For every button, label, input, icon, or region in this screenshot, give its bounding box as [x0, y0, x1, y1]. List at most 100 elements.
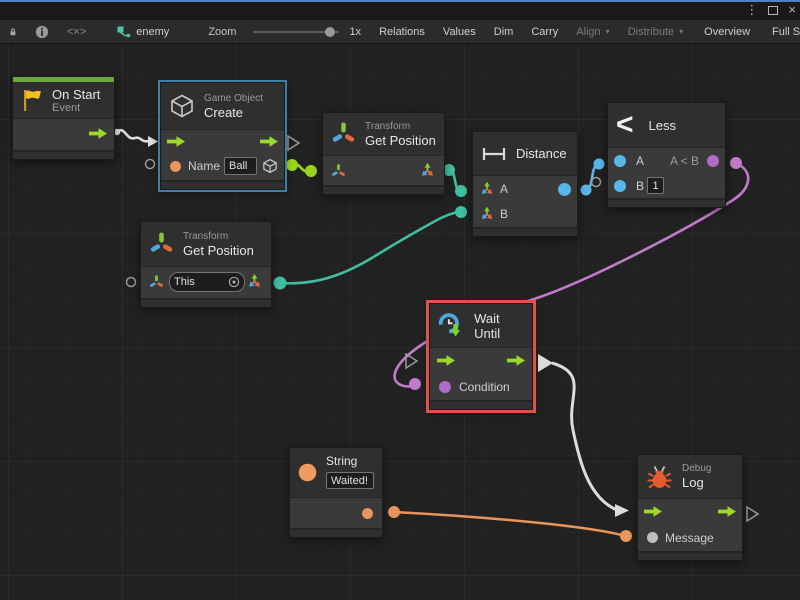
less-output-port[interactable] [707, 155, 719, 167]
node-title: Create [204, 105, 263, 120]
node-category: Transform [183, 231, 254, 243]
node-title: Get Position [365, 133, 436, 148]
node-get-position-b[interactable]: Transform Get Position This [140, 221, 272, 308]
lock-button[interactable] [0, 20, 26, 43]
node-on-start-event[interactable]: On Start Event [12, 76, 115, 160]
distribute-dropdown[interactable]: Distribute▾ [619, 20, 692, 43]
maximize-icon[interactable] [768, 6, 778, 15]
condition-input-port[interactable] [439, 381, 451, 393]
transform-icon [331, 122, 356, 147]
less-icon: < [616, 110, 634, 140]
carry-button[interactable]: Carry [522, 20, 567, 43]
vector-port-icon[interactable] [479, 206, 495, 222]
dim-button[interactable]: Dim [485, 20, 523, 43]
node-string-literal[interactable]: String Waited! [289, 447, 383, 538]
zoom-label: Zoom [178, 20, 245, 43]
target-value-input[interactable]: This [169, 272, 245, 292]
node-footer [141, 298, 271, 307]
flow-out-port[interactable] [260, 136, 278, 147]
position-port-icon[interactable] [246, 273, 263, 290]
overview-button[interactable]: Overview [692, 20, 762, 43]
node-footer [323, 185, 444, 194]
chevron-down-icon: ▾ [606, 27, 610, 36]
flag-icon [21, 88, 43, 112]
node-category: Game Object [204, 93, 263, 105]
flow-out-port[interactable] [89, 128, 107, 139]
node-footer [430, 400, 532, 409]
zoom-slider[interactable] [245, 20, 347, 43]
cube-icon [169, 93, 195, 119]
string-output-port[interactable] [362, 508, 373, 519]
name-value-input[interactable]: Ball [224, 157, 257, 175]
string-icon [298, 459, 317, 486]
input-a-label: A [500, 182, 508, 196]
graph-name: enemy [136, 26, 169, 38]
unity-script-graph-window: Script Graph ⋮ × <×> enemy Zoom 1x Relat… [0, 0, 800, 600]
transform-port-icon[interactable] [331, 164, 346, 179]
bug-icon [646, 463, 673, 490]
node-subtitle: Event [52, 102, 100, 114]
focus-accent-line [0, 0, 800, 2]
node-title: On Start [52, 87, 100, 102]
flow-in-port[interactable] [437, 355, 455, 366]
transform-icon [149, 232, 174, 257]
align-dropdown[interactable]: Align▾ [567, 20, 618, 43]
zoom-slider-track[interactable] [253, 31, 339, 33]
node-less[interactable]: < Less A A < B B 1 [607, 102, 726, 208]
node-debug-log[interactable]: Debug Log Message [637, 454, 743, 561]
transform-port-icon[interactable] [149, 275, 164, 290]
node-title: Distance [516, 146, 567, 161]
input-b-label: B [500, 207, 508, 221]
graph-toolbar: <×> enemy Zoom 1x Relations Values Dim C… [0, 20, 800, 44]
name-input-port[interactable] [170, 161, 181, 172]
node-distance[interactable]: Distance A B [472, 131, 578, 237]
node-wait-until[interactable]: Wait Until Condition [429, 303, 533, 410]
cube-icon [262, 158, 278, 174]
node-footer [608, 198, 725, 207]
input-b-label: B [636, 179, 644, 193]
fullscreen-button[interactable]: Full Screen [762, 20, 800, 43]
vector-port-icon[interactable] [479, 181, 495, 197]
condition-label: Condition [459, 380, 510, 394]
distance-output-port[interactable] [558, 183, 571, 196]
chevron-down-icon: ▾ [679, 27, 683, 36]
flow-in-port[interactable] [644, 506, 662, 517]
message-input-port[interactable] [647, 532, 658, 543]
node-footer [161, 180, 284, 189]
message-label: Message [665, 531, 714, 545]
name-port-label: Name [188, 159, 220, 173]
node-category: Transform [365, 121, 436, 133]
distance-icon [481, 145, 507, 163]
code-preview-button[interactable]: <×> [58, 20, 95, 43]
less-input-b-port[interactable] [614, 180, 626, 192]
b-value-input[interactable]: 1 [647, 177, 664, 194]
graph-reference[interactable]: enemy [95, 20, 178, 43]
flow-out-port[interactable] [507, 355, 525, 366]
node-title: Less [649, 118, 676, 133]
title-bar [0, 0, 800, 20]
node-category: Debug [682, 463, 711, 475]
flow-in-port[interactable] [167, 136, 185, 147]
graph-icon [117, 26, 131, 38]
inspect-button[interactable] [26, 20, 58, 43]
flow-out-port[interactable] [718, 506, 736, 517]
less-input-a-port[interactable] [614, 155, 626, 167]
node-get-position-a[interactable]: Transform Get Position [322, 112, 445, 195]
close-icon[interactable]: × [788, 2, 796, 18]
node-create-game-object[interactable]: Game Object Create Name Ball [160, 82, 285, 190]
object-picker-icon[interactable] [228, 276, 240, 288]
node-title: String [326, 454, 374, 469]
string-value-input[interactable]: Waited! [326, 472, 374, 489]
relations-button[interactable]: Relations [370, 20, 434, 43]
node-title: Log [682, 475, 711, 490]
zoom-slider-handle[interactable] [325, 27, 335, 37]
wait-until-clock-icon [438, 311, 465, 341]
zoom-value: 1x [347, 20, 370, 43]
position-port-icon[interactable] [419, 162, 436, 179]
window-menu-icon[interactable]: ⋮ [745, 2, 758, 18]
values-button[interactable]: Values [434, 20, 485, 43]
node-title: Get Position [183, 243, 254, 258]
info-icon [35, 25, 49, 39]
input-a-label: A [636, 154, 644, 168]
node-footer [13, 150, 114, 159]
